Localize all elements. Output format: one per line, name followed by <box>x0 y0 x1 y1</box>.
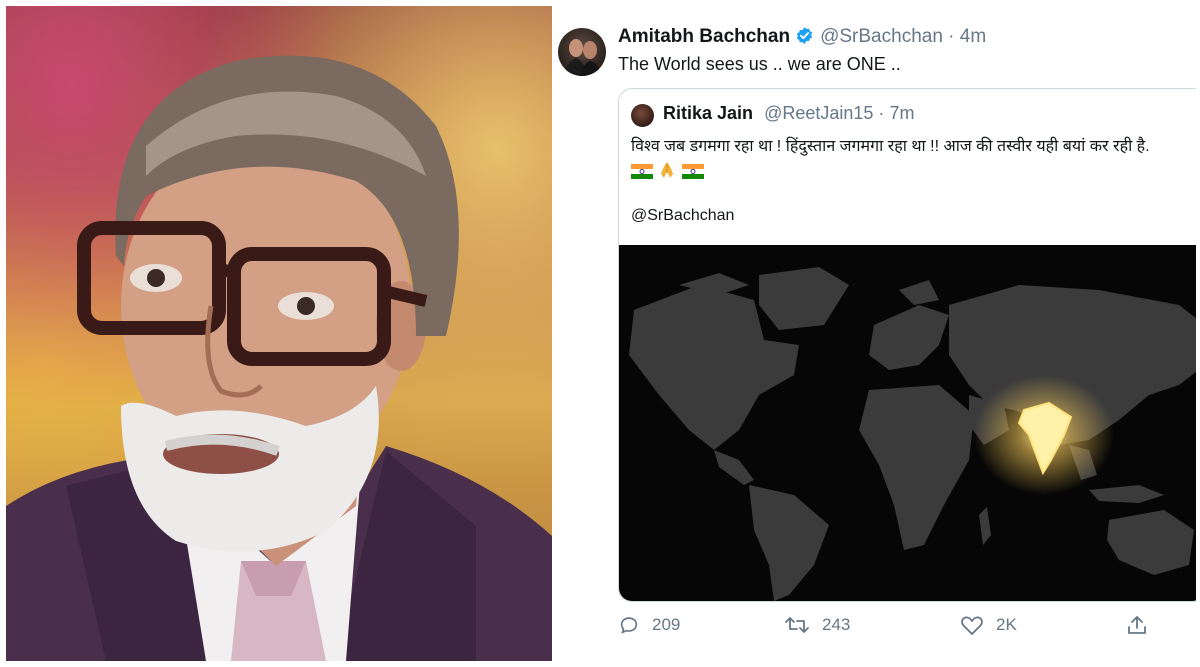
quoted-tweet-header: Ritika Jain @ReetJain15 · 7m <box>663 103 914 124</box>
author-avatar[interactable] <box>558 28 606 76</box>
quoted-tweet-body: विश्व जब डगमगा रहा था ! हिंदुस्तान जगमगा… <box>631 135 1196 187</box>
like-button[interactable]: 2K <box>960 610 1017 640</box>
retweet-button[interactable]: 243 <box>784 610 850 640</box>
tweet-timestamp[interactable]: 4m <box>960 26 986 47</box>
reply-icon <box>620 617 638 634</box>
author-name[interactable]: Amitabh Bachchan <box>618 26 790 47</box>
quoted-header-separator: · <box>878 103 885 123</box>
tweet-card: Amitabh Bachchan @SrBachchan · 4m The Wor… <box>556 6 1196 661</box>
share-icon <box>1128 616 1146 634</box>
person-photo <box>6 6 552 661</box>
person-illustration <box>6 55 552 661</box>
tweet-header: Amitabh Bachchan @SrBachchan · 4m <box>618 26 986 48</box>
quoted-author-name: Ritika Jain <box>663 103 754 123</box>
tweet-body: The World sees us .. we are ONE .. <box>618 54 901 74</box>
retweet-count: 243 <box>822 615 851 634</box>
quoted-mention[interactable]: @SrBachchan <box>631 207 734 225</box>
tweet-actions: 209 243 2K <box>618 610 1178 640</box>
verified-badge-icon <box>795 26 814 45</box>
author-handle[interactable]: @SrBachchan <box>820 26 943 47</box>
reply-count: 209 <box>652 615 681 634</box>
quoted-author-avatar <box>631 104 654 127</box>
quoted-author-handle: @ReetJain15 <box>764 103 874 123</box>
quoted-hindi-text: विश्व जब डगमगा रहा था ! हिंदुस्तान जगमगा… <box>631 138 1150 155</box>
retweet-icon <box>785 617 809 633</box>
india-flag-icon <box>681 164 704 179</box>
header-separator: · <box>948 26 955 47</box>
share-button[interactable] <box>1126 610 1160 640</box>
reply-button[interactable]: 209 <box>618 610 680 640</box>
india-flag-icon <box>631 164 653 179</box>
avatar-image <box>564 39 602 76</box>
quoted-tweet[interactable]: Ritika Jain @ReetJain15 · 7m विश्व जब डग… <box>618 88 1196 602</box>
world-map-illustration <box>629 267 1196 601</box>
like-count: 2K <box>996 615 1017 634</box>
folded-hands-icon <box>661 162 674 178</box>
quoted-timestamp: 7m <box>889 103 915 123</box>
heart-icon <box>961 616 983 635</box>
world-map-image[interactable] <box>619 245 1196 601</box>
